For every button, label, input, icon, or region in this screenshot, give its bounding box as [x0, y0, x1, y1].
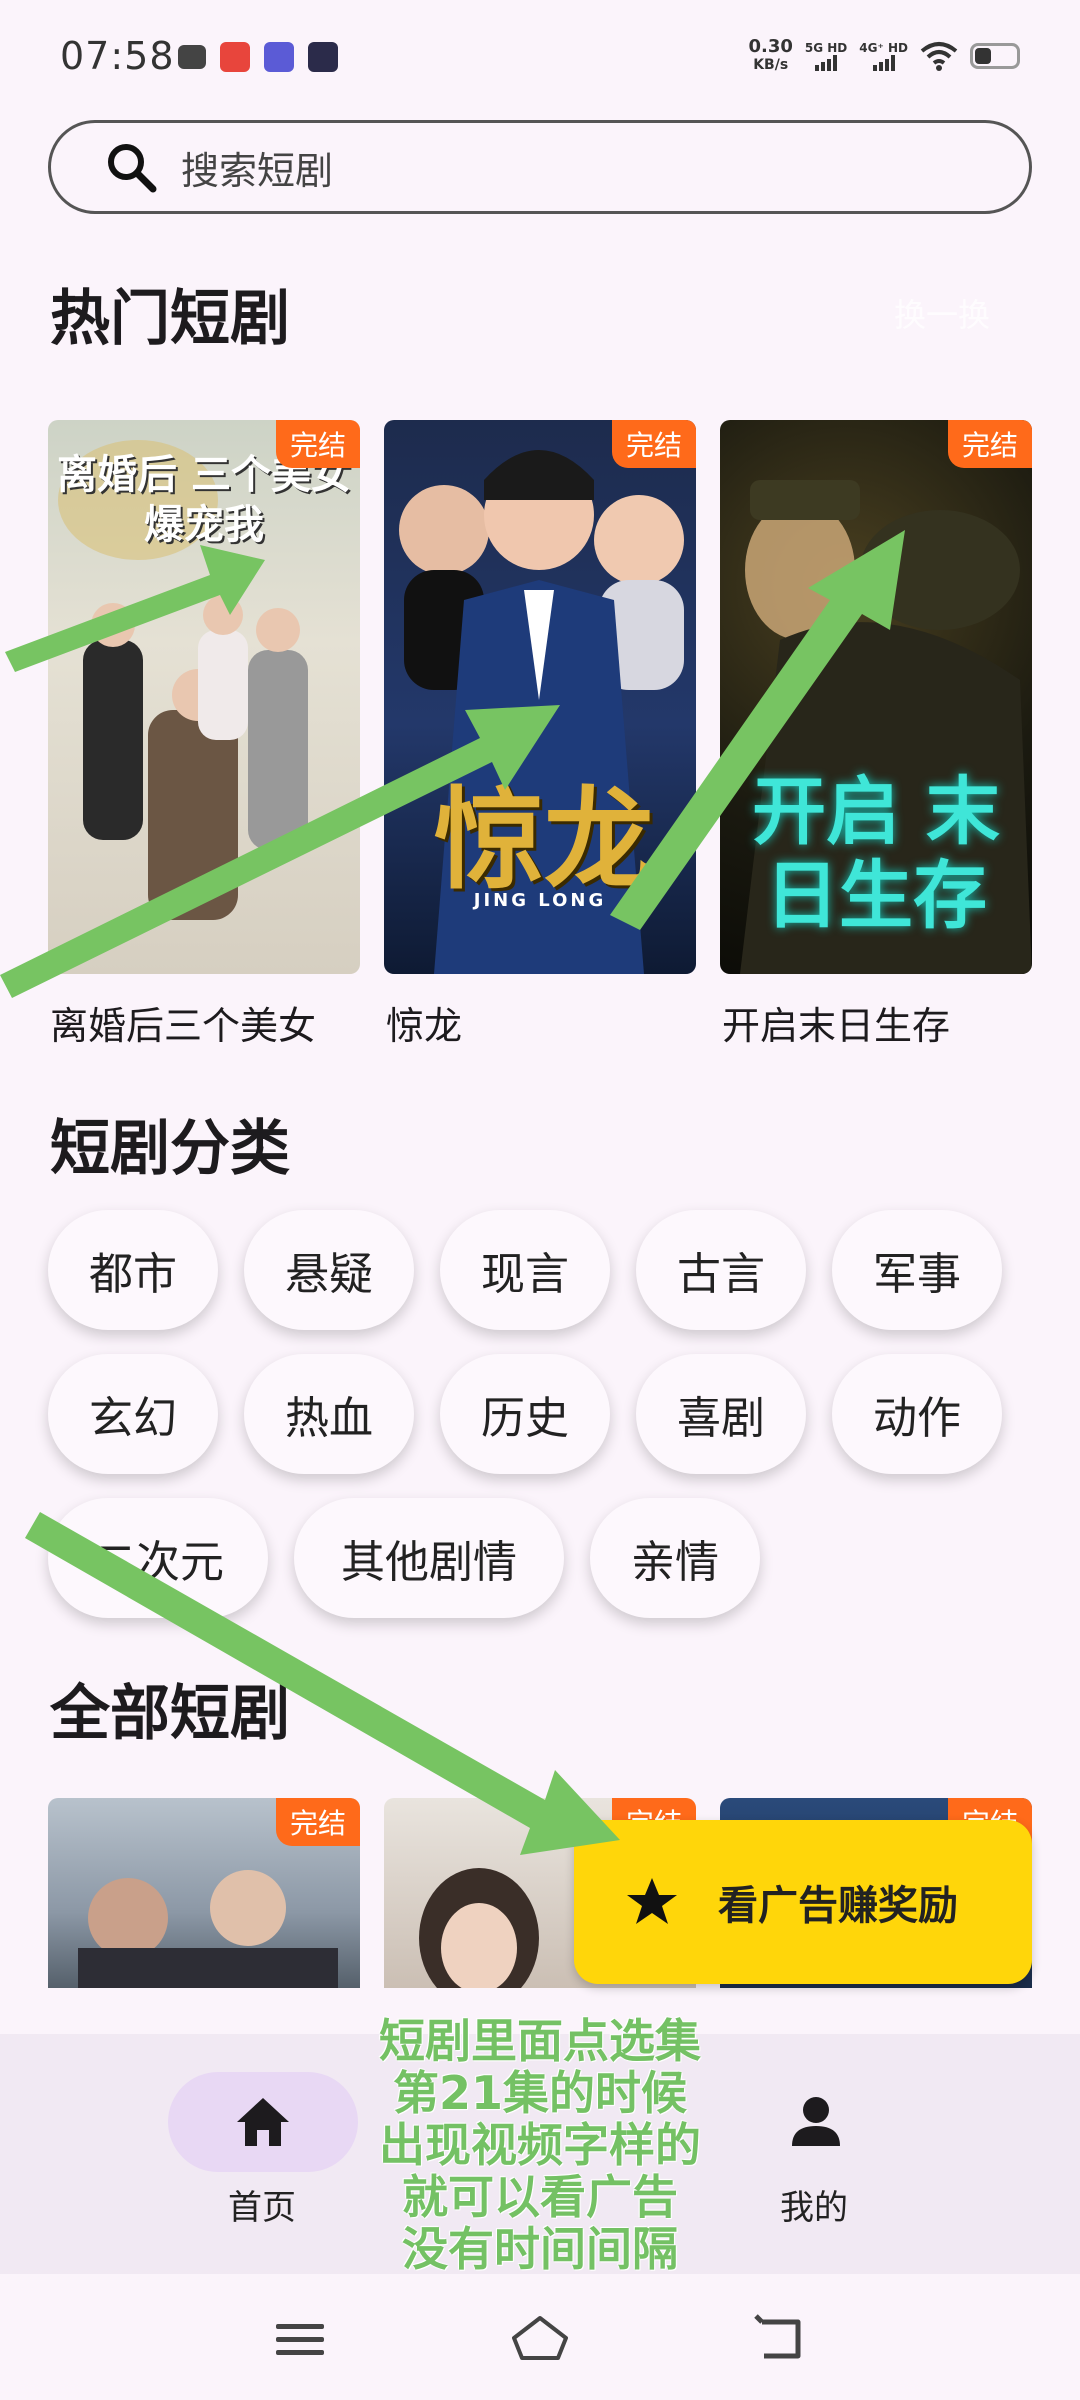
poster-subtitle-art: JING LONG	[473, 890, 607, 911]
annotation-line: 出现视频字样的	[379, 2118, 701, 2172]
category-chip[interactable]: 都市	[48, 1210, 218, 1330]
category-chip[interactable]: 玄幻	[48, 1354, 218, 1474]
search-input[interactable]: 搜索短剧	[48, 120, 1032, 214]
signal-sim1-icon: 5G HD	[805, 41, 847, 71]
app-notification-icon	[220, 42, 250, 72]
category-chip[interactable]: 古言	[636, 1210, 806, 1330]
signal-sim2-icon: 4G⁺ HD	[859, 41, 908, 71]
status-badge: 完结	[947, 420, 1032, 468]
star-icon	[627, 1878, 677, 1924]
notification-icons	[178, 42, 338, 72]
drama-card-poster[interactable]: 离婚后 三个美女爆宠我 完结	[48, 420, 360, 974]
annotation-line: 就可以看广告	[402, 2170, 678, 2224]
drama-title[interactable]: 惊龙	[386, 995, 462, 1050]
sim1-label: 5G HD	[804, 41, 848, 55]
annotation-line: 第21集的时候	[392, 2066, 687, 2120]
category-chip[interactable]: 军事	[832, 1210, 1002, 1330]
status-bar: 07:58 0.30 KB/s 5G HD 4G⁺ HD	[0, 0, 1080, 120]
category-chip[interactable]: 动作	[832, 1354, 1002, 1474]
drama-title[interactable]: 开启末日生存	[722, 995, 950, 1050]
calendar-icon	[178, 45, 206, 69]
category-chip[interactable]: 其他剧情	[294, 1498, 564, 1618]
status-badge: 完结	[275, 420, 360, 468]
status-badge: 完结	[611, 420, 696, 468]
hot-drama-list: 离婚后 三个美女爆宠我 完结 离婚后三个美女 惊龙 JING LONG 完结 惊…	[48, 420, 1032, 1048]
annotation-line: 没有时间间隔	[402, 2222, 678, 2276]
home-icon	[237, 2098, 289, 2146]
status-badge: 完结	[275, 1798, 360, 1846]
category-chip[interactable]: 悬疑	[244, 1210, 414, 1330]
status-time: 07:58	[60, 34, 175, 78]
drama-title[interactable]: 离婚后三个美女	[50, 995, 316, 1050]
drama-card-poster[interactable]: 完结	[48, 1798, 360, 1988]
category-chip[interactable]: 亲情	[590, 1498, 760, 1618]
annotation-text: 短剧里面点选集 第21集的时候 出现视频字样的 就可以看广告 没有时间间隔	[340, 2015, 740, 2275]
person-icon[interactable]	[786, 2092, 846, 2152]
nav-mine-label[interactable]: 我的	[780, 2180, 848, 2229]
search-icon	[108, 144, 157, 193]
nav-home-label[interactable]: 首页	[228, 2180, 296, 2229]
category-chip[interactable]: 喜剧	[636, 1354, 806, 1474]
category-section-title: 短剧分类	[50, 1114, 290, 1184]
category-chip[interactable]: 二次元	[48, 1498, 268, 1618]
drama-card-poster[interactable]: 惊龙 JING LONG 完结	[384, 420, 696, 974]
home-system-icon[interactable]	[508, 2312, 572, 2364]
drama-card-poster[interactable]: 开启 末日生存 完结	[720, 420, 1032, 974]
annotation-line: 短剧里面点选集	[379, 2014, 701, 2068]
menu-icon[interactable]	[272, 2318, 328, 2362]
hot-section-title: 热门短剧	[50, 284, 290, 354]
back-icon[interactable]	[752, 2314, 808, 2364]
play-notification-icon	[308, 42, 338, 72]
category-chip[interactable]: 热血	[244, 1354, 414, 1474]
poster-title-art: 惊龙	[434, 775, 654, 904]
app-notification-icon	[264, 42, 294, 72]
battery-icon	[970, 43, 1020, 69]
all-section-title: 全部短剧	[50, 1679, 290, 1749]
change-batch-button[interactable]: 换一换	[894, 290, 990, 336]
network-speed: 0.30 KB/s	[748, 38, 792, 74]
wifi-icon	[920, 42, 958, 71]
sim2-label: 4G⁺ HD	[859, 41, 908, 55]
network-speed-unit: KB/s	[753, 57, 789, 73]
watch-ad-reward-button[interactable]: 看广告赚奖励	[574, 1820, 1032, 1984]
reward-button-label: 看广告赚奖励	[718, 1883, 958, 1929]
network-speed-value: 0.30	[748, 36, 793, 57]
category-chip[interactable]: 历史	[440, 1354, 610, 1474]
search-placeholder: 搜索短剧	[181, 148, 334, 193]
category-chip[interactable]: 现言	[440, 1210, 610, 1330]
poster-title-art: 开启 末日生存	[752, 769, 1000, 939]
status-indicators: 0.30 KB/s 5G HD 4G⁺ HD	[748, 38, 1020, 74]
system-navigation-bar	[0, 2274, 1080, 2400]
